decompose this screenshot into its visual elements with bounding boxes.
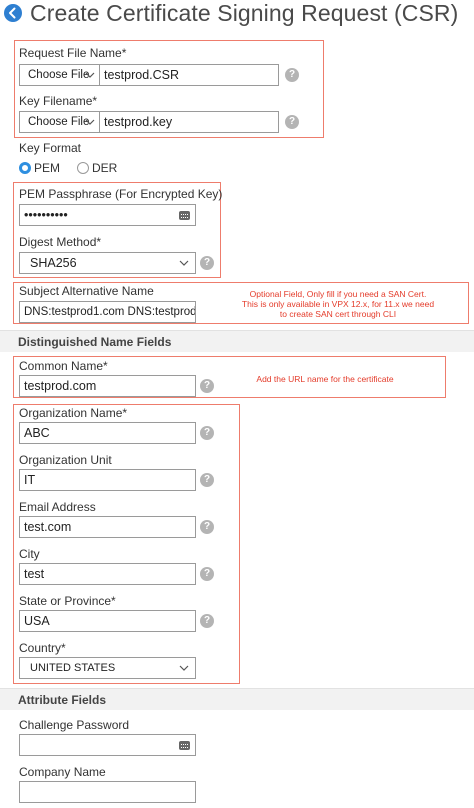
common-name-label: Common Name* [19, 359, 108, 373]
chevron-down-icon [85, 72, 95, 78]
city-input[interactable]: test [19, 563, 196, 585]
request-file-choose-label: Choose File [28, 69, 90, 81]
request-file-name-input[interactable]: testprod.CSR [99, 64, 279, 86]
san-input[interactable]: DNS:testprod1.com DNS:testprod2.c [19, 301, 196, 323]
common-name-annotation: Add the URL name for the certificate [256, 374, 394, 384]
company-name-label: Company Name [19, 765, 106, 779]
keyboard-icon [179, 211, 190, 220]
pem-passphrase-label: PEM Passphrase (For Encrypted Key) [19, 187, 223, 201]
company-name-input[interactable] [19, 781, 196, 803]
city-label: City [19, 547, 40, 561]
country-value: UNITED STATES [30, 662, 116, 674]
request-file-name-label: Request File Name* [19, 46, 127, 60]
der-radio[interactable] [77, 162, 89, 174]
page-title: Create Certificate Signing Request (CSR) [30, 0, 459, 26]
pem-passphrase-value: •••••••••• [24, 208, 68, 222]
san-annotation-line-3: to create SAN cert through CLI [279, 309, 397, 319]
state-input[interactable]: USA [19, 610, 196, 632]
organization-name-input[interactable]: ABC [19, 422, 196, 444]
help-icon[interactable]: ? [200, 473, 214, 487]
request-file-choose-button[interactable]: Choose File [19, 64, 99, 86]
san-label: Subject Alternative Name [19, 284, 154, 298]
attribute-fields-section: Attribute Fields [0, 688, 474, 710]
pem-radio-label: PEM [34, 161, 61, 175]
chevron-down-icon [85, 119, 95, 125]
organization-unit-input[interactable]: IT [19, 469, 196, 491]
chevron-down-icon [179, 665, 189, 671]
san-annotation-line-2: This is only available in VPX 12.x, for … [241, 299, 435, 309]
help-icon[interactable]: ? [285, 115, 299, 129]
organization-unit-label: Organization Unit [19, 453, 112, 467]
email-address-input[interactable]: test.com [19, 516, 196, 538]
email-address-label: Email Address [19, 500, 96, 514]
key-filename-input[interactable]: testprod.key [99, 111, 279, 133]
country-label: Country* [19, 641, 66, 655]
key-filename-label: Key Filename* [19, 94, 98, 108]
key-file-choose-label: Choose File [28, 116, 90, 128]
help-icon[interactable]: ? [200, 379, 214, 393]
challenge-password-input[interactable] [19, 734, 196, 756]
digest-method-label: Digest Method* [19, 235, 102, 249]
digest-method-value: SHA256 [30, 256, 77, 270]
key-format-label: Key Format [19, 141, 82, 155]
help-icon[interactable]: ? [285, 68, 299, 82]
keyboard-icon [179, 741, 190, 750]
san-annotation-line-1: Optional Field, Only fill if you need a … [249, 289, 427, 299]
chevron-down-icon [179, 260, 189, 266]
key-file-choose-button[interactable]: Choose File [19, 111, 99, 133]
help-icon[interactable]: ? [200, 567, 214, 581]
back-icon[interactable] [4, 4, 22, 22]
country-select[interactable]: UNITED STATES [19, 657, 196, 679]
help-icon[interactable]: ? [200, 256, 214, 270]
common-name-input[interactable]: testprod.com [19, 375, 196, 397]
digest-method-select[interactable]: SHA256 [19, 252, 196, 274]
distinguished-name-section: Distinguished Name Fields [0, 330, 474, 352]
help-icon[interactable]: ? [200, 520, 214, 534]
organization-name-label: Organization Name* [19, 406, 128, 420]
challenge-password-label: Challenge Password [19, 718, 130, 732]
der-radio-label: DER [92, 161, 118, 175]
help-icon[interactable]: ? [200, 614, 214, 628]
pem-radio[interactable] [19, 162, 31, 174]
help-icon[interactable]: ? [200, 426, 214, 440]
pem-passphrase-input[interactable]: •••••••••• [19, 204, 196, 226]
state-label: State or Province* [19, 594, 116, 608]
